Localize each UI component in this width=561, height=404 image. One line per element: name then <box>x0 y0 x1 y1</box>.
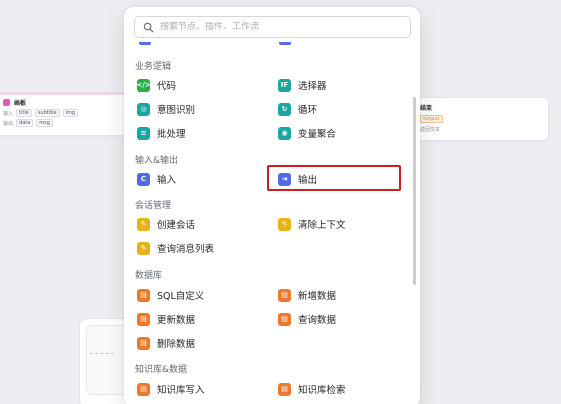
node-item-label: 循环 <box>298 105 318 116</box>
node-item-label: 知识库写入 <box>157 385 205 396</box>
node-item-code[interactable]: </> 代码 <box>133 76 261 94</box>
board-output-tag: data <box>16 119 34 127</box>
query-messages-icon: ✎ <box>137 241 150 255</box>
canvas-node-end[interactable]: 结束 output 返回文本 <box>409 97 549 141</box>
partial-node-divider <box>90 353 114 354</box>
kb-write-icon: ▤ <box>137 382 150 396</box>
node-item-label: 知识库检索 <box>298 385 346 396</box>
node-item-label: 更新数据 <box>157 315 196 326</box>
if-icon: IF <box>278 78 291 92</box>
node-item-add-data[interactable]: ▤ 新增数据 <box>274 286 402 304</box>
node-item-kb-search[interactable]: ▤ 知识库检索 <box>274 380 402 398</box>
sql-icon: ▤ <box>137 288 150 302</box>
kb-search-icon: ▤ <box>278 382 291 396</box>
node-item-label: 查询数据 <box>298 315 337 326</box>
input-icon: C <box>137 172 150 186</box>
section-database: 数据库 <box>135 271 163 281</box>
section-conversation: 会话管理 <box>135 201 172 211</box>
end-return-text: 返回文本 <box>420 127 441 133</box>
board-output-label: 输出 <box>3 120 14 127</box>
end-output-tag: output <box>420 115 443 123</box>
intent-icon: ◎ <box>137 102 150 116</box>
node-item-clear-context[interactable]: ✎ 清除上下文 <box>274 215 402 233</box>
node-item-label: 删除数据 <box>157 339 196 350</box>
panel-scrollbar[interactable] <box>413 97 416 285</box>
variable-aggregate-icon: ◉ <box>278 126 291 140</box>
node-item-label: 代码 <box>157 81 177 92</box>
clear-context-icon: ✎ <box>278 217 291 231</box>
board-input-tag: title <box>16 109 32 117</box>
node-item-label: 创建会话 <box>157 220 196 231</box>
node-item-delete-data[interactable]: ▤ 删除数据 <box>133 334 261 352</box>
update-data-icon: ▤ <box>137 312 150 326</box>
node-item-loop[interactable]: ↻ 循环 <box>274 100 402 118</box>
node-item-query-messages[interactable]: ✎ 查询消息列表 <box>133 239 261 257</box>
query-data-icon: ▤ <box>278 312 291 326</box>
output-highlight-box <box>267 165 401 191</box>
node-item-label: 输入 <box>157 175 177 186</box>
node-item-batch[interactable]: ≡ 批处理 <box>133 124 261 142</box>
board-output-tag: msg <box>36 119 53 127</box>
node-item-update-data[interactable]: ▤ 更新数据 <box>133 310 261 328</box>
search-icon <box>143 22 154 32</box>
board-node-title: 画板 <box>14 100 27 107</box>
node-item-sql[interactable]: ▤ SQL自定义 <box>133 286 261 304</box>
search-input[interactable] <box>160 22 390 32</box>
search-box[interactable] <box>134 16 411 38</box>
section-input-output: 输入&输出 <box>135 156 179 166</box>
canvas-node-board[interactable]: 画板 输入 title subtitle img 输出 data msg <box>0 92 130 136</box>
node-item-create-conversation[interactable]: ✎ 创建会话 <box>133 215 261 233</box>
scrolled-item-edge <box>279 42 291 45</box>
node-item-label: 意图识别 <box>157 105 196 116</box>
delete-data-icon: ▤ <box>137 336 150 350</box>
node-item-label: SQL自定义 <box>157 291 205 302</box>
section-business-logic: 业务逻辑 <box>135 62 172 72</box>
board-input-tag: img <box>62 109 78 117</box>
node-item-query-data[interactable]: ▤ 查询数据 <box>274 310 402 328</box>
code-icon: </> <box>136 78 151 92</box>
node-item-input[interactable]: C 输入 <box>133 170 261 188</box>
section-knowledge: 知识库&数据 <box>135 365 188 375</box>
node-item-variable-aggregate[interactable]: ◉ 变量聚合 <box>274 124 402 142</box>
node-item-intent[interactable]: ◎ 意图识别 <box>133 100 261 118</box>
end-node-title: 结束 <box>420 105 433 112</box>
board-node-icon <box>3 99 10 106</box>
board-input-label: 输入 <box>3 110 14 117</box>
node-item-kb-write[interactable]: ▤ 知识库写入 <box>133 380 261 398</box>
scrolled-item-edge <box>139 42 151 45</box>
node-item-selector[interactable]: IF 选择器 <box>274 76 402 94</box>
board-input-tag: subtitle <box>34 109 60 117</box>
loop-icon: ↻ <box>278 102 291 116</box>
create-conversation-icon: ✎ <box>137 217 150 231</box>
node-item-label: 查询消息列表 <box>157 244 215 255</box>
node-item-label: 变量聚合 <box>298 129 337 140</box>
node-item-label: 清除上下文 <box>298 220 346 231</box>
node-item-label: 批处理 <box>157 129 186 140</box>
add-data-icon: ▤ <box>278 288 291 302</box>
node-picker-panel: 业务逻辑 </> 代码 IF 选择器 ◎ 意图识别 ↻ 循环 ≡ 批处理 ◉ 变量聚合 输入… <box>124 7 420 404</box>
batch-icon: ≡ <box>137 126 150 140</box>
node-item-label: 选择器 <box>298 81 327 92</box>
node-item-label: 新增数据 <box>298 291 337 302</box>
